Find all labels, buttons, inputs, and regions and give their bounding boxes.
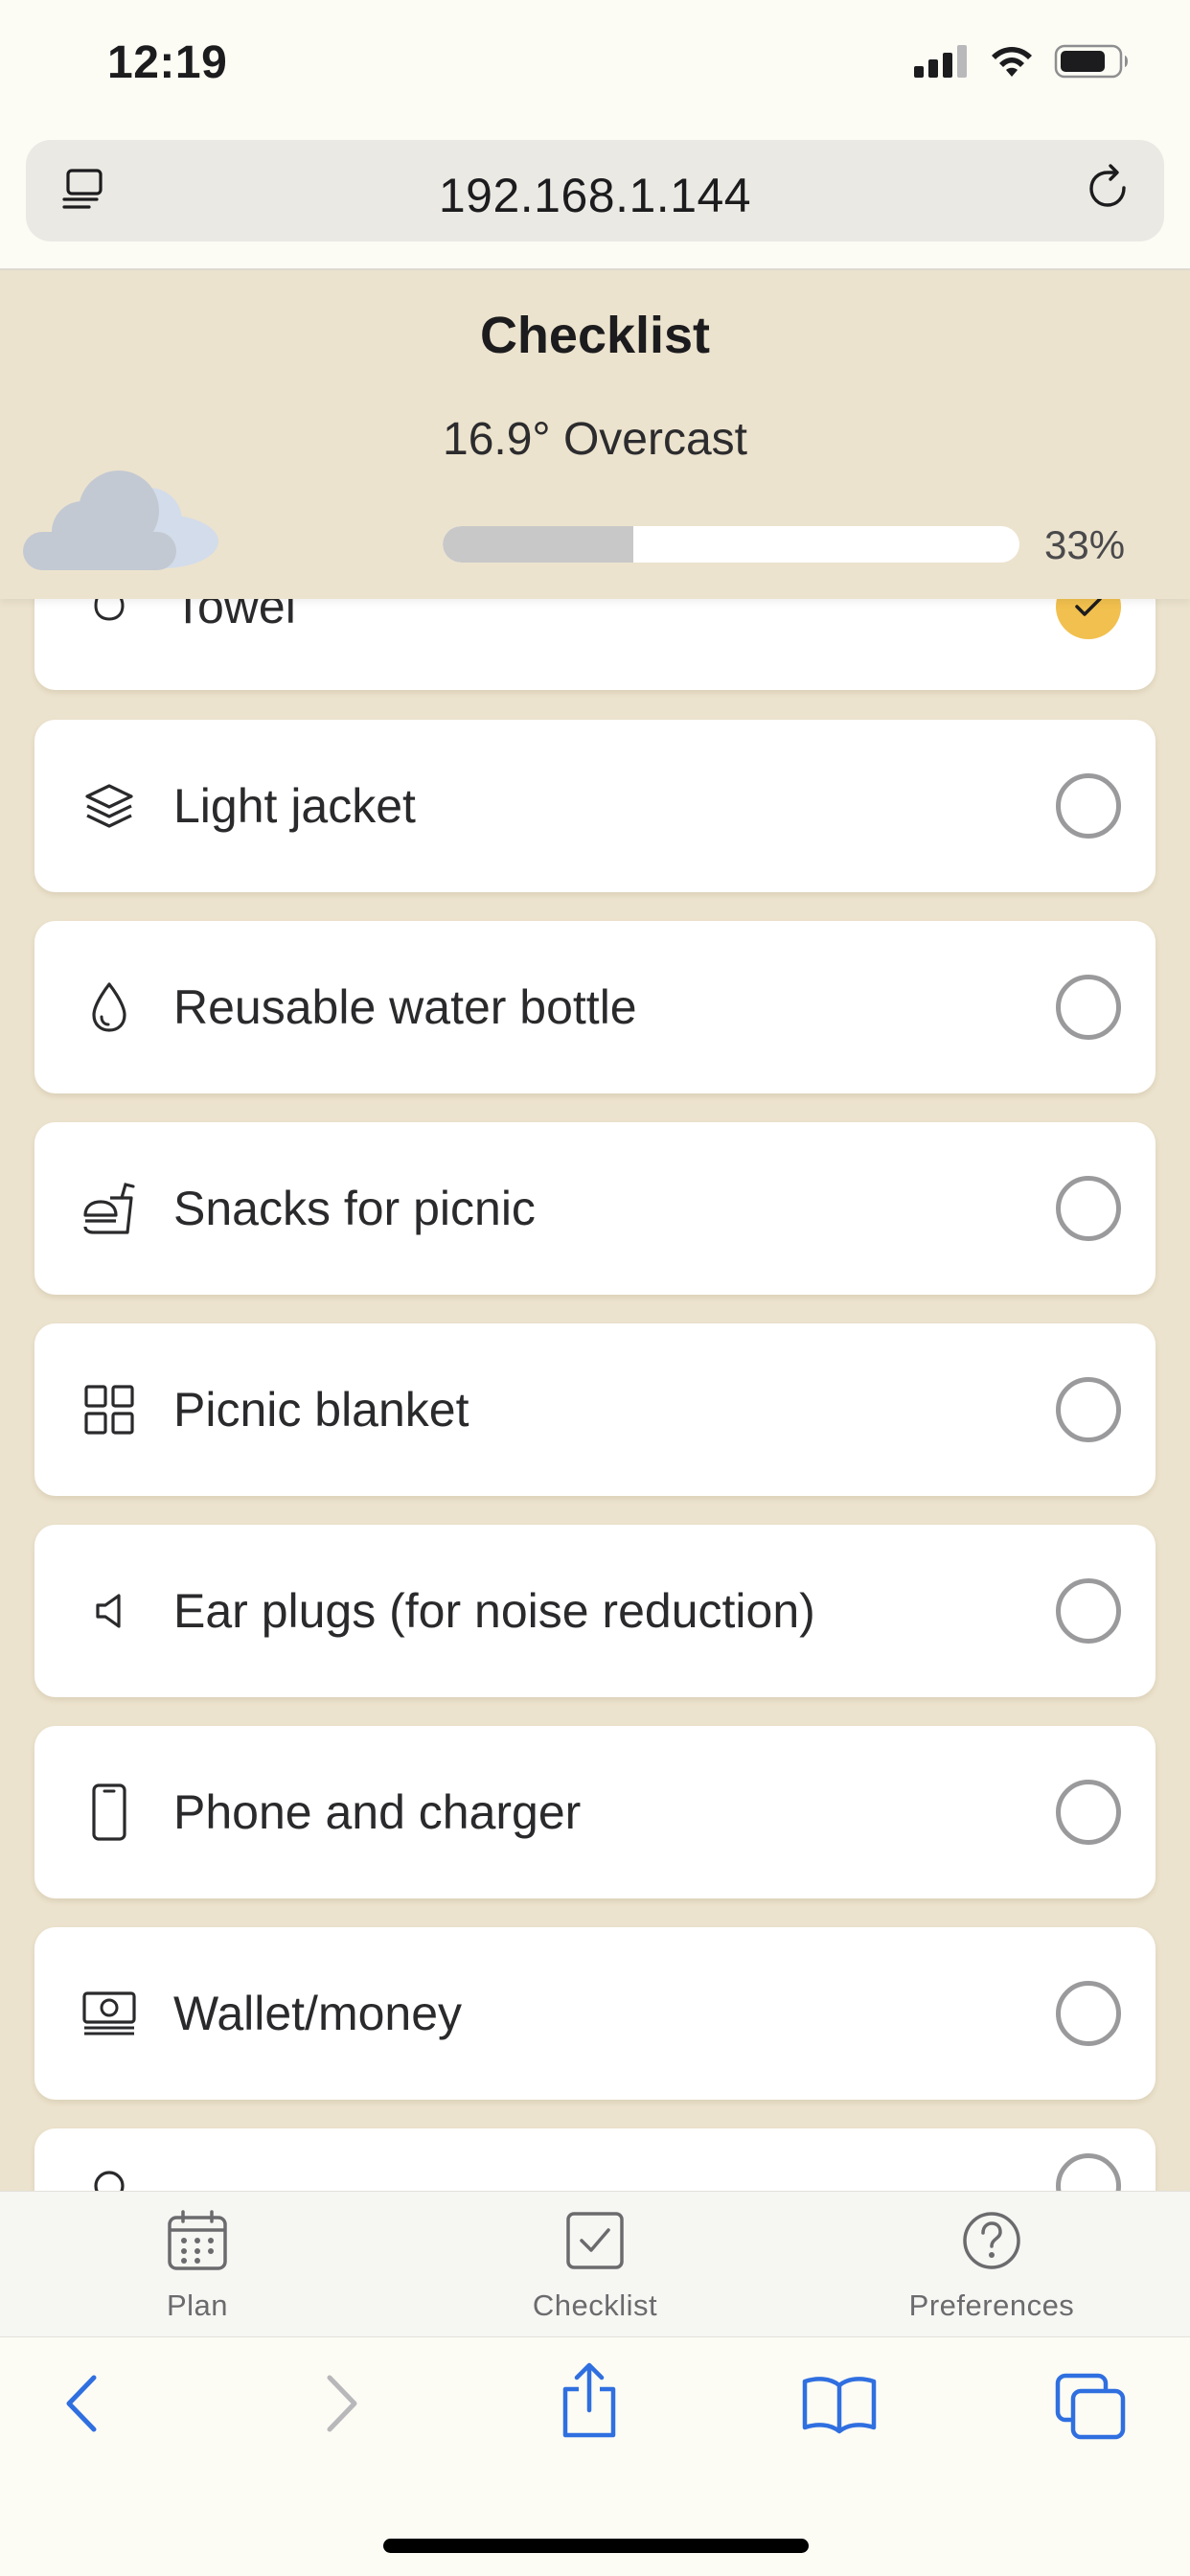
unchecked-indicator[interactable] [1056, 1377, 1121, 1442]
app-tab-bar: Plan Checklist Preferences [0, 2191, 1190, 2336]
unchecked-indicator[interactable] [1056, 975, 1121, 1040]
item-label: Wallet/money [173, 1987, 463, 2040]
reload-icon[interactable] [1082, 163, 1135, 221]
phone-icon [80, 1783, 138, 1841]
list-item[interactable]: Phone and charger [34, 1726, 1156, 1898]
home-indicator [383, 2539, 809, 2553]
progress-fill [443, 526, 633, 563]
grid-icon [80, 1381, 138, 1438]
tab-plan[interactable]: Plan [54, 2209, 341, 2323]
tabs-icon[interactable] [1054, 2372, 1127, 2446]
item-label: Snacks for picnic [173, 1182, 536, 1235]
forward-icon[interactable] [316, 2372, 364, 2440]
checkbox-icon [451, 2209, 739, 2277]
item-label: Light jacket [173, 779, 416, 833]
item-label: Reusable water bottle [173, 980, 637, 1034]
unchecked-indicator[interactable] [1056, 773, 1121, 839]
back-icon[interactable] [59, 2372, 107, 2440]
page-title: Checklist [479, 307, 711, 364]
browser-toolbar [0, 2336, 1190, 2576]
unchecked-indicator[interactable] [1056, 1780, 1121, 1845]
item-label: Phone and charger [173, 1785, 582, 1839]
checklist-header: Checklist 16.9° Overcast 33% [0, 271, 1190, 599]
calendar-icon [54, 2209, 341, 2277]
list-item[interactable]: Reusable water bottle [34, 921, 1156, 1093]
unchecked-indicator[interactable] [1056, 1176, 1121, 1241]
bookmarks-icon[interactable] [801, 2372, 878, 2440]
list-item[interactable]: Snacks for picnic [34, 1122, 1156, 1295]
cloud-icon [23, 451, 224, 575]
item-icon [80, 2157, 138, 2193]
url-text[interactable]: 192.168.1.144 [26, 168, 1164, 223]
battery-icon [1054, 44, 1131, 83]
list-item[interactable]: Picnic blanket [34, 1323, 1156, 1496]
share-icon[interactable] [556, 2360, 623, 2446]
list-item[interactable]: Light jacket [34, 720, 1156, 892]
status-icons [914, 44, 1131, 83]
cellular-signal-icon [914, 45, 970, 82]
tab-label: Plan [166, 2288, 229, 2322]
progress-bar [443, 526, 1019, 563]
list-item[interactable]: Ear plugs (for noise reduction) [34, 1525, 1156, 1697]
layers-icon [80, 777, 138, 835]
fast-food-icon [80, 1180, 138, 1237]
item-label: Ear plugs (for noise reduction) [173, 1584, 815, 1638]
tab-checklist[interactable]: Checklist [451, 2209, 739, 2323]
help-icon [848, 2209, 1135, 2277]
wifi-icon [989, 44, 1035, 83]
list-item[interactable]: Wallet/money [34, 1927, 1156, 2100]
item-label: Picnic blanket [173, 1383, 469, 1437]
water-drop-icon [80, 978, 138, 1036]
list-item[interactable] [34, 2128, 1156, 2193]
unchecked-indicator[interactable] [1056, 1578, 1121, 1644]
money-icon [80, 1985, 138, 2042]
speaker-icon [80, 1582, 138, 1640]
status-bar: 12:19 [0, 0, 1190, 134]
address-bar[interactable]: 192.168.1.144 [26, 140, 1164, 242]
progress-label: 33% [1044, 522, 1126, 567]
tab-label: Preferences [908, 2288, 1075, 2322]
unchecked-indicator[interactable] [1056, 2153, 1121, 2193]
status-time: 12:19 [107, 37, 228, 88]
unchecked-indicator[interactable] [1056, 1981, 1121, 2046]
tab-label: Checklist [532, 2288, 658, 2322]
tab-preferences[interactable]: Preferences [848, 2209, 1135, 2323]
browser-top-bar: 192.168.1.144 [0, 134, 1190, 270]
